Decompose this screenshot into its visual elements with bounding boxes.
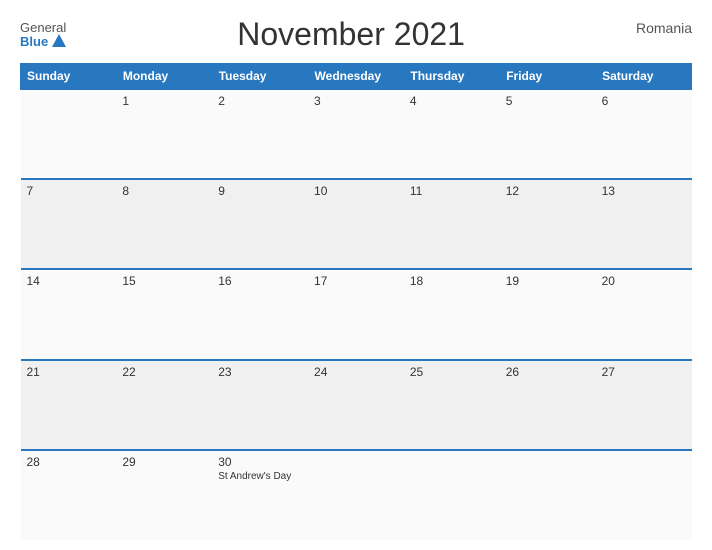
calendar-cell: 14 bbox=[21, 269, 117, 359]
weekday-header-row: SundayMondayTuesdayWednesdayThursdayFrid… bbox=[21, 64, 692, 90]
day-number: 25 bbox=[410, 365, 423, 379]
calendar-container: General Blue November 2021 Romania Sunda… bbox=[0, 0, 712, 550]
calendar-cell: 5 bbox=[500, 89, 596, 179]
calendar-cell: 24 bbox=[308, 360, 404, 450]
weekday-header-tuesday: Tuesday bbox=[212, 64, 308, 90]
calendar-cell bbox=[404, 450, 500, 540]
calendar-cell: 15 bbox=[116, 269, 212, 359]
week-row-1: 1 2 3 4 5 6 bbox=[21, 89, 692, 179]
day-number: 13 bbox=[602, 184, 615, 198]
calendar-cell bbox=[596, 450, 692, 540]
day-number: 22 bbox=[122, 365, 135, 379]
calendar-cell: 18 bbox=[404, 269, 500, 359]
calendar-cell: 25 bbox=[404, 360, 500, 450]
calendar-cell: 8 bbox=[116, 179, 212, 269]
day-number: 18 bbox=[410, 274, 423, 288]
calendar-cell: 1 bbox=[116, 89, 212, 179]
day-number: 8 bbox=[122, 184, 129, 198]
calendar-table: SundayMondayTuesdayWednesdayThursdayFrid… bbox=[20, 63, 692, 540]
calendar-cell bbox=[308, 450, 404, 540]
day-number: 1 bbox=[122, 94, 129, 108]
day-number: 24 bbox=[314, 365, 327, 379]
day-number: 15 bbox=[122, 274, 135, 288]
week-row-5: 28 29 30 St Andrew's Day bbox=[21, 450, 692, 540]
day-number: 29 bbox=[122, 455, 135, 469]
day-number: 19 bbox=[506, 274, 519, 288]
calendar-cell bbox=[500, 450, 596, 540]
day-number: 3 bbox=[314, 94, 321, 108]
day-number: 23 bbox=[218, 365, 231, 379]
day-number: 14 bbox=[27, 274, 40, 288]
calendar-cell: 9 bbox=[212, 179, 308, 269]
day-number: 27 bbox=[602, 365, 615, 379]
day-number: 21 bbox=[27, 365, 40, 379]
weekday-header-friday: Friday bbox=[500, 64, 596, 90]
weekday-header-sunday: Sunday bbox=[21, 64, 117, 90]
calendar-cell: 16 bbox=[212, 269, 308, 359]
weekday-header-saturday: Saturday bbox=[596, 64, 692, 90]
calendar-cell: 3 bbox=[308, 89, 404, 179]
calendar-cell: 12 bbox=[500, 179, 596, 269]
calendar-cell: 11 bbox=[404, 179, 500, 269]
day-number: 16 bbox=[218, 274, 231, 288]
day-number: 6 bbox=[602, 94, 609, 108]
week-row-2: 7 8 9 10 11 12 13 bbox=[21, 179, 692, 269]
calendar-cell: 6 bbox=[596, 89, 692, 179]
logo-blue-row: Blue bbox=[20, 34, 66, 48]
calendar-cell: 13 bbox=[596, 179, 692, 269]
day-number: 4 bbox=[410, 94, 417, 108]
calendar-cell bbox=[21, 89, 117, 179]
calendar-cell: 4 bbox=[404, 89, 500, 179]
day-number: 9 bbox=[218, 184, 225, 198]
logo-general-text: General bbox=[20, 21, 66, 34]
weekday-header-wednesday: Wednesday bbox=[308, 64, 404, 90]
calendar-cell: 17 bbox=[308, 269, 404, 359]
country-label: Romania bbox=[636, 16, 692, 36]
calendar-cell: 10 bbox=[308, 179, 404, 269]
calendar-cell: 26 bbox=[500, 360, 596, 450]
logo-triangle-icon bbox=[52, 34, 66, 47]
calendar-header: General Blue November 2021 Romania bbox=[20, 16, 692, 53]
weekday-header-monday: Monday bbox=[116, 64, 212, 90]
calendar-cell: 28 bbox=[21, 450, 117, 540]
calendar-cell: 23 bbox=[212, 360, 308, 450]
day-number: 2 bbox=[218, 94, 225, 108]
holiday-name: St Andrew's Day bbox=[218, 471, 302, 482]
day-number: 17 bbox=[314, 274, 327, 288]
week-row-4: 21 22 23 24 25 26 27 bbox=[21, 360, 692, 450]
calendar-cell: 30 St Andrew's Day bbox=[212, 450, 308, 540]
day-number: 7 bbox=[27, 184, 34, 198]
day-number: 11 bbox=[410, 184, 422, 198]
calendar-cell: 27 bbox=[596, 360, 692, 450]
day-number: 26 bbox=[506, 365, 519, 379]
calendar-cell: 2 bbox=[212, 89, 308, 179]
day-number: 30 bbox=[218, 455, 231, 469]
calendar-cell: 29 bbox=[116, 450, 212, 540]
week-row-3: 14 15 16 17 18 19 20 bbox=[21, 269, 692, 359]
weekday-header-thursday: Thursday bbox=[404, 64, 500, 90]
day-number: 10 bbox=[314, 184, 327, 198]
day-number: 28 bbox=[27, 455, 40, 469]
calendar-cell: 22 bbox=[116, 360, 212, 450]
calendar-cell: 7 bbox=[21, 179, 117, 269]
day-number: 5 bbox=[506, 94, 513, 108]
logo-blue-text: Blue bbox=[20, 35, 48, 48]
calendar-cell: 19 bbox=[500, 269, 596, 359]
calendar-cell: 20 bbox=[596, 269, 692, 359]
calendar-cell: 21 bbox=[21, 360, 117, 450]
calendar-title: November 2021 bbox=[237, 16, 465, 53]
logo: General Blue bbox=[20, 21, 66, 48]
day-number: 20 bbox=[602, 274, 615, 288]
day-number: 12 bbox=[506, 184, 519, 198]
